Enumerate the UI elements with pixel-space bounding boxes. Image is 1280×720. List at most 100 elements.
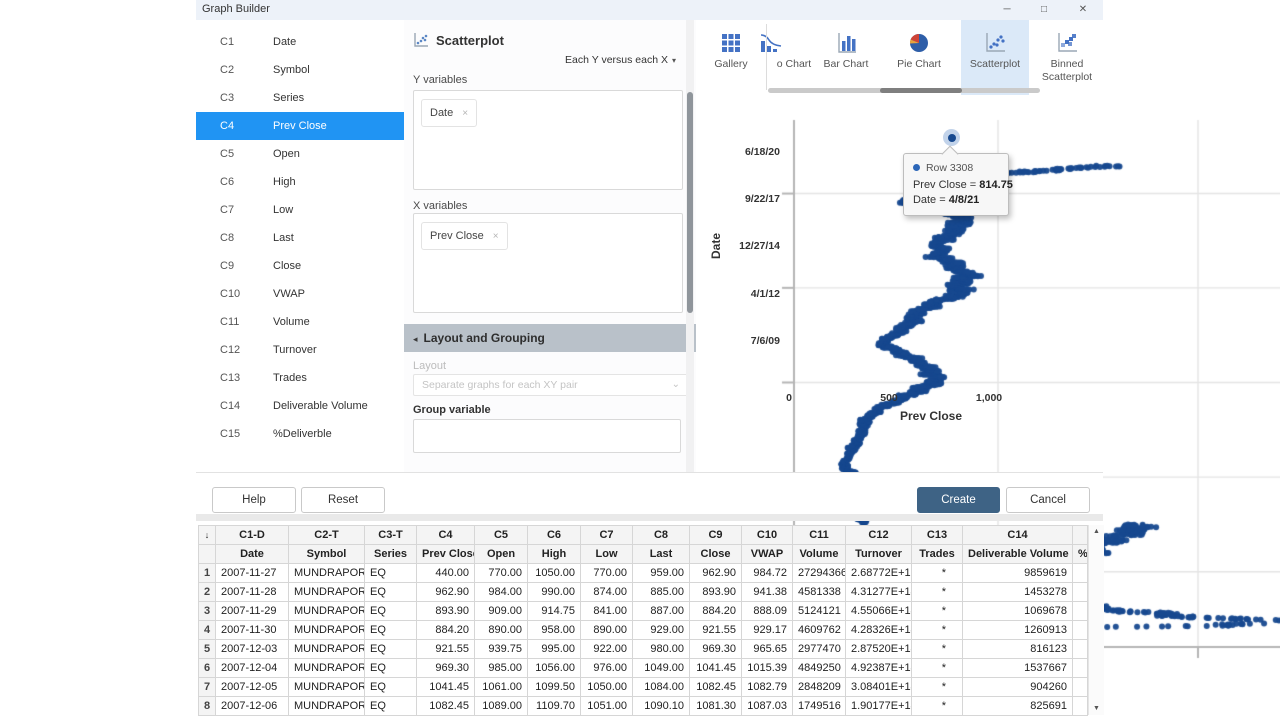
table-cell[interactable] <box>1073 640 1088 659</box>
table-cell[interactable] <box>1073 583 1088 602</box>
scroll-up-icon[interactable]: ▲ <box>1089 528 1104 535</box>
column-id-header[interactable]: C1-D <box>216 526 289 545</box>
column-item-c11[interactable]: C11Volume <box>196 308 404 336</box>
help-button[interactable]: Help <box>212 487 296 513</box>
column-name-header[interactable]: Symbol <box>289 545 365 564</box>
column-item-c3[interactable]: C3Series <box>196 84 404 112</box>
table-cell[interactable]: * <box>912 583 963 602</box>
column-item-c1[interactable]: C1Date <box>196 28 404 56</box>
table-cell[interactable]: 884.20 <box>690 602 742 621</box>
remove-icon[interactable]: × <box>493 231 499 242</box>
table-cell[interactable]: * <box>912 678 963 697</box>
table-cell[interactable]: 1041.45 <box>417 678 475 697</box>
table-cell[interactable]: 995.00 <box>528 640 581 659</box>
table-cell[interactable]: 1090.10 <box>633 697 690 716</box>
table-cell[interactable]: 1260913 <box>963 621 1073 640</box>
column-item-c7[interactable]: C7Low <box>196 196 404 224</box>
row-number[interactable]: 4 <box>199 621 216 640</box>
table-cell[interactable]: MUNDRAPORT <box>289 640 365 659</box>
remove-icon[interactable]: × <box>462 108 468 119</box>
table-cell[interactable]: 2007-12-06 <box>216 697 289 716</box>
table-cell[interactable]: 1061.00 <box>475 678 528 697</box>
minimize-button[interactable]: ─ <box>992 0 1022 19</box>
column-name-header[interactable]: High <box>528 545 581 564</box>
table-cell[interactable]: 5124121 <box>793 602 846 621</box>
gallery-item-binned-scatterplot[interactable]: Binned Scatterplot <box>1031 20 1103 95</box>
table-cell[interactable]: 1082.45 <box>417 697 475 716</box>
column-item-c4[interactable]: C4Prev Close <box>196 112 404 140</box>
table-cell[interactable]: 4.31277E+14 <box>846 583 912 602</box>
table-cell[interactable]: 921.55 <box>690 621 742 640</box>
column-name-header[interactable]: Prev Close <box>417 545 475 564</box>
table-cell[interactable]: 4.28326E+14 <box>846 621 912 640</box>
group-variable-box[interactable] <box>413 419 681 453</box>
column-id-header[interactable]: C8 <box>633 526 690 545</box>
table-cell[interactable]: 4.55066E+14 <box>846 602 912 621</box>
mode-dropdown[interactable]: Each Y versus each X▾ <box>565 54 676 66</box>
column-name-header[interactable]: Open <box>475 545 528 564</box>
table-cell[interactable]: MUNDRAPORT <box>289 659 365 678</box>
column-id-header[interactable]: C7 <box>581 526 633 545</box>
table-cell[interactable]: 1051.00 <box>581 697 633 716</box>
table-cell[interactable]: MUNDRAPORT <box>289 697 365 716</box>
table-cell[interactable] <box>1073 697 1088 716</box>
table-cell[interactable]: 2007-11-29 <box>216 602 289 621</box>
column-name-header[interactable]: Low <box>581 545 633 564</box>
table-scrollbar[interactable]: ▲ ▼ <box>1088 525 1104 715</box>
column-id-header[interactable]: C4 <box>417 526 475 545</box>
column-name-header[interactable]: Trades <box>912 545 963 564</box>
table-cell[interactable]: 2.87520E+14 <box>846 640 912 659</box>
column-id-header[interactable]: C13 <box>912 526 963 545</box>
column-name-header[interactable]: Date <box>216 545 289 564</box>
table-cell[interactable]: 440.00 <box>417 564 475 583</box>
table-cell[interactable]: MUNDRAPORT <box>289 678 365 697</box>
table-cell[interactable]: 1089.00 <box>475 697 528 716</box>
layout-grouping-header[interactable]: ◂Layout and Grouping <box>404 324 696 352</box>
table-cell[interactable]: * <box>912 564 963 583</box>
table-cell[interactable]: 3.08401E+14 <box>846 678 912 697</box>
table-cell[interactable]: EQ <box>365 640 417 659</box>
table-cell[interactable]: EQ <box>365 621 417 640</box>
row-number[interactable]: 3 <box>199 602 216 621</box>
table-cell[interactable]: EQ <box>365 659 417 678</box>
column-item-c9[interactable]: C9Close <box>196 252 404 280</box>
table-cell[interactable]: 922.00 <box>581 640 633 659</box>
close-button[interactable]: ✕ <box>1068 0 1098 19</box>
table-cell[interactable]: 1041.45 <box>690 659 742 678</box>
column-item-c6[interactable]: C6High <box>196 168 404 196</box>
x-variables-box[interactable]: Prev Close× <box>413 213 683 313</box>
table-cell[interactable]: 959.00 <box>633 564 690 583</box>
table-cell[interactable]: 1453278 <box>963 583 1073 602</box>
table-cell[interactable]: 1081.30 <box>690 697 742 716</box>
table-cell[interactable]: 884.20 <box>417 621 475 640</box>
table-cell[interactable]: * <box>912 659 963 678</box>
column-name-header[interactable]: %D <box>1073 545 1088 564</box>
table-cell[interactable] <box>1073 564 1088 583</box>
table-cell[interactable]: 941.38 <box>742 583 793 602</box>
reset-button[interactable]: Reset <box>301 487 385 513</box>
table-cell[interactable]: 893.90 <box>690 583 742 602</box>
table-cell[interactable]: 9859619 <box>963 564 1073 583</box>
column-item-c13[interactable]: C13Trades <box>196 364 404 392</box>
table-cell[interactable]: 1050.00 <box>528 564 581 583</box>
table-cell[interactable]: 1056.00 <box>528 659 581 678</box>
scrollbar-thumb[interactable] <box>687 92 693 313</box>
gallery-item-bar-chart[interactable]: Bar Chart <box>814 20 878 95</box>
table-cell[interactable]: 816123 <box>963 640 1073 659</box>
selected-point[interactable] <box>948 134 956 142</box>
gallery-scrollbar[interactable] <box>768 88 1040 93</box>
table-cell[interactable]: 887.00 <box>633 602 690 621</box>
table-cell[interactable]: 888.09 <box>742 602 793 621</box>
column-id-header[interactable]: C5 <box>475 526 528 545</box>
table-cell[interactable]: 770.00 <box>475 564 528 583</box>
column-id-header[interactable]: C11 <box>793 526 846 545</box>
gallery-item-gallery[interactable]: Gallery <box>698 20 764 95</box>
scrollbar-thumb[interactable] <box>880 88 962 93</box>
table-cell[interactable]: EQ <box>365 564 417 583</box>
table-cell[interactable]: 2007-12-05 <box>216 678 289 697</box>
table-cell[interactable]: 939.75 <box>475 640 528 659</box>
gallery-item-scatterplot[interactable]: Scatterplot <box>961 20 1029 95</box>
gallery-item-pie-chart[interactable]: Pie Chart <box>887 20 951 95</box>
table-cell[interactable]: 1.90177E+14 <box>846 697 912 716</box>
table-cell[interactable]: 969.30 <box>417 659 475 678</box>
